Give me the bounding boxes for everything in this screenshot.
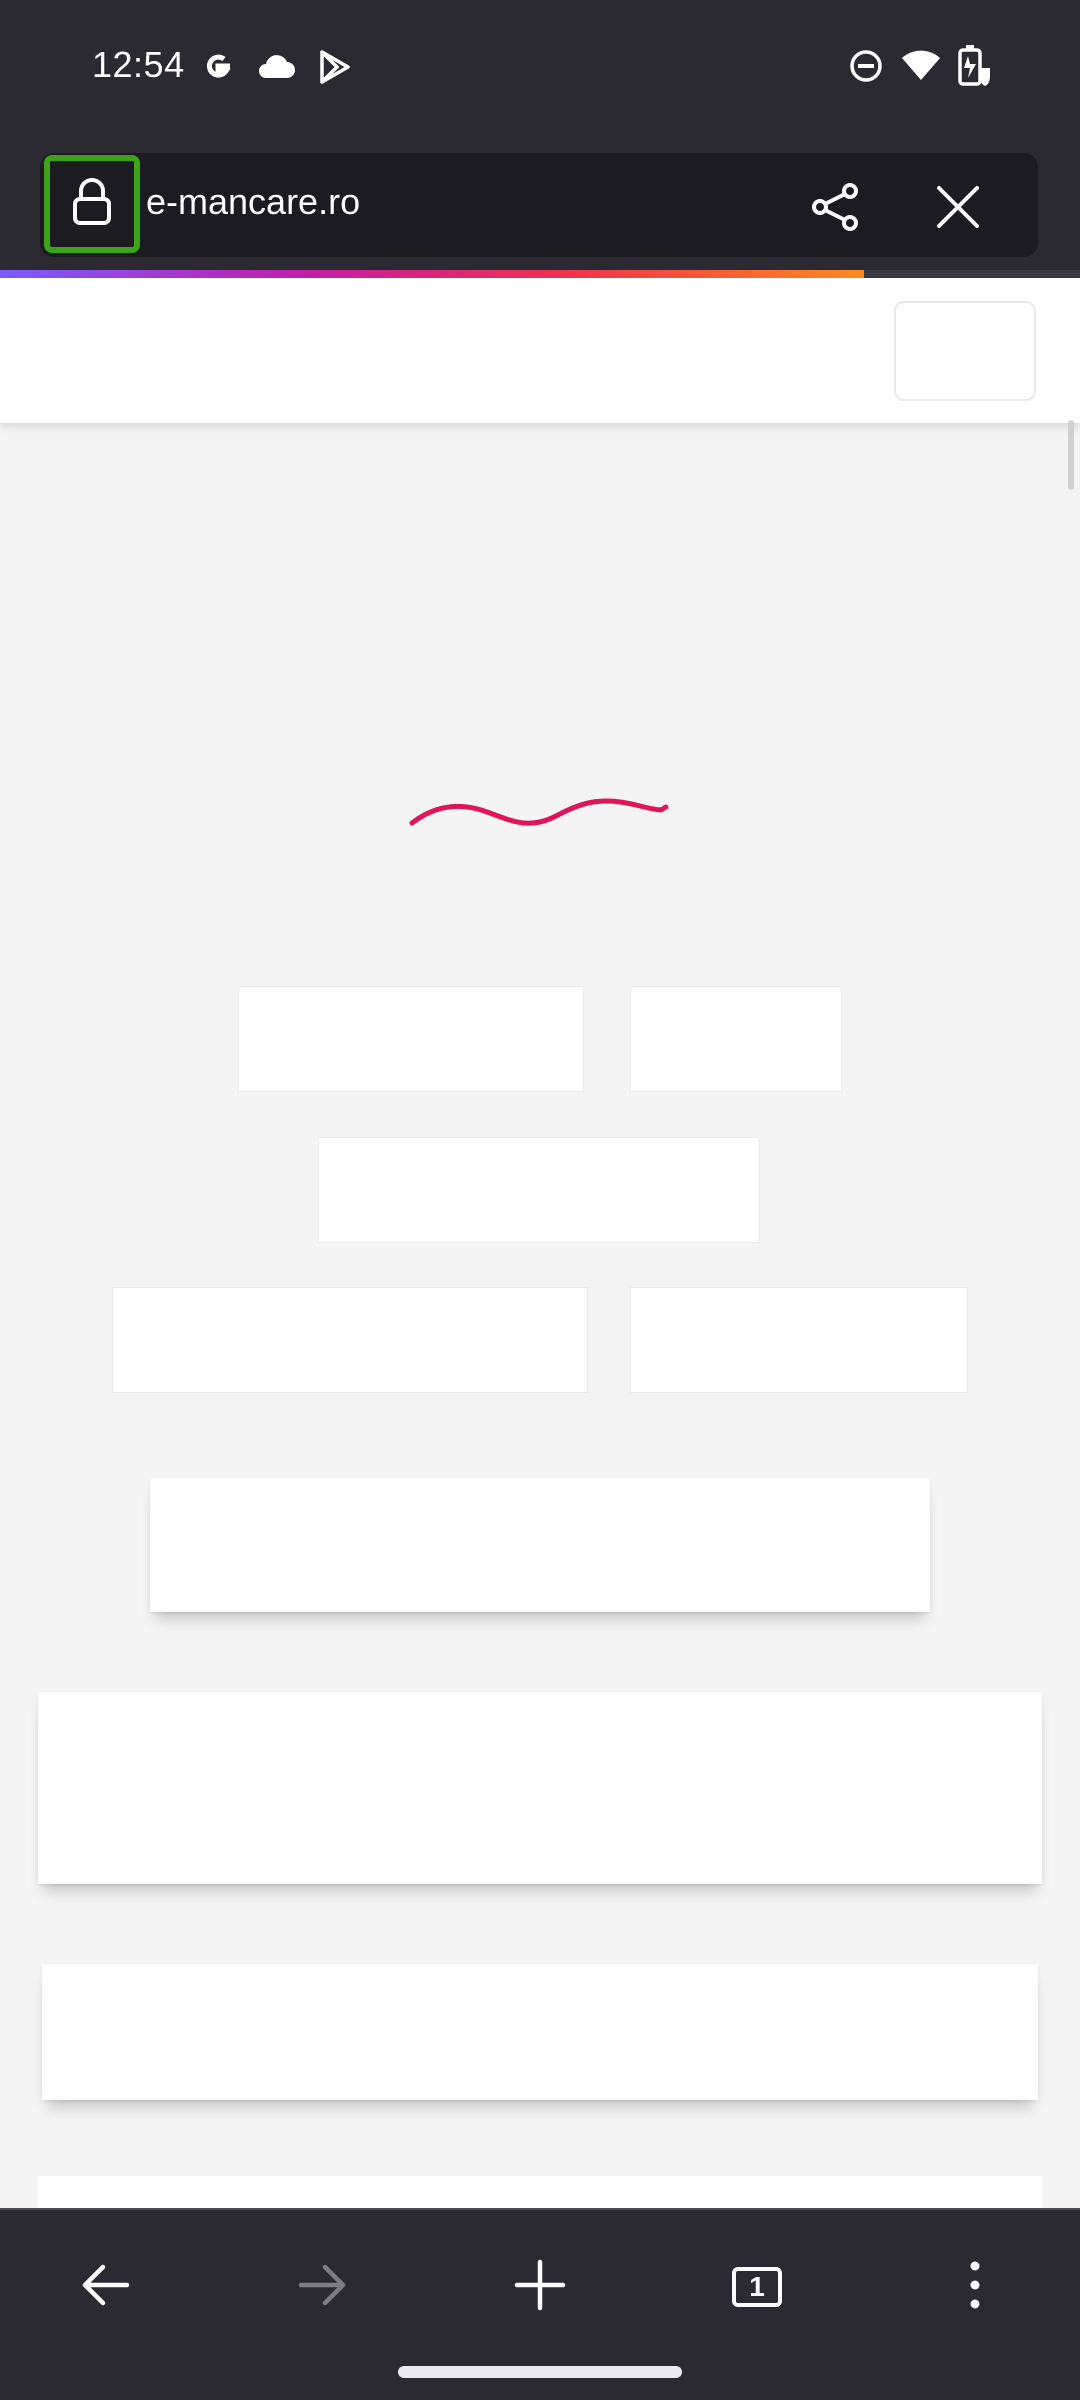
more-menu-button[interactable]: [920, 2232, 1030, 2342]
placeholder-chip: [630, 986, 842, 1092]
tabs-counter-icon: 1: [732, 2267, 782, 2307]
page-scrollbar[interactable]: [1068, 420, 1074, 490]
status-bar: 12:54: [0, 0, 1080, 135]
play-store-icon: [316, 48, 354, 91]
share-icon[interactable]: [806, 177, 866, 237]
cloud-icon: [256, 52, 296, 85]
forward-arrow-icon: [297, 2263, 349, 2312]
loading-spinner-icon: [408, 795, 670, 834]
url-text[interactable]: e-mancare.ro: [146, 181, 360, 223]
home-indicator[interactable]: [398, 2366, 682, 2378]
status-time: 12:54: [92, 44, 185, 85]
close-icon[interactable]: [928, 177, 988, 237]
new-tab-button[interactable]: [485, 2232, 595, 2342]
page-load-progress: [0, 270, 1080, 278]
wifi-icon: [900, 48, 942, 87]
placeholder-chip: [238, 986, 584, 1092]
forward-button[interactable]: [268, 2232, 378, 2342]
page-load-progress-fill: [0, 270, 864, 278]
placeholder-card: [42, 1964, 1038, 2100]
more-menu-icon: [969, 2260, 981, 2315]
site-header: [0, 278, 1080, 423]
lock-icon: [70, 177, 114, 232]
url-bar[interactable]: e-mancare.ro: [40, 153, 1038, 257]
screen: 12:54 e-mancare.ro 1: [0, 0, 1080, 2400]
site-security-button[interactable]: [44, 155, 140, 253]
google-icon: [200, 48, 236, 89]
tabs-button[interactable]: 1: [702, 2232, 812, 2342]
do-not-disturb-icon: [848, 48, 884, 89]
tab-count-label: 1: [749, 2271, 765, 2302]
header-menu-button[interactable]: [894, 301, 1036, 401]
browser-toolbar: e-mancare.ro: [0, 135, 1080, 270]
placeholder-chip: [112, 1287, 588, 1393]
new-tab-plus-icon: [514, 2259, 566, 2316]
placeholder-card: [150, 1478, 930, 1612]
battery-icon: [956, 44, 992, 93]
bottom-navigation-bar: 1: [0, 2208, 1080, 2400]
placeholder-chip: [630, 1287, 968, 1393]
back-button[interactable]: [50, 2232, 160, 2342]
placeholder-card: [38, 1692, 1042, 1884]
placeholder-chip: [318, 1137, 760, 1243]
back-arrow-icon: [79, 2263, 131, 2312]
